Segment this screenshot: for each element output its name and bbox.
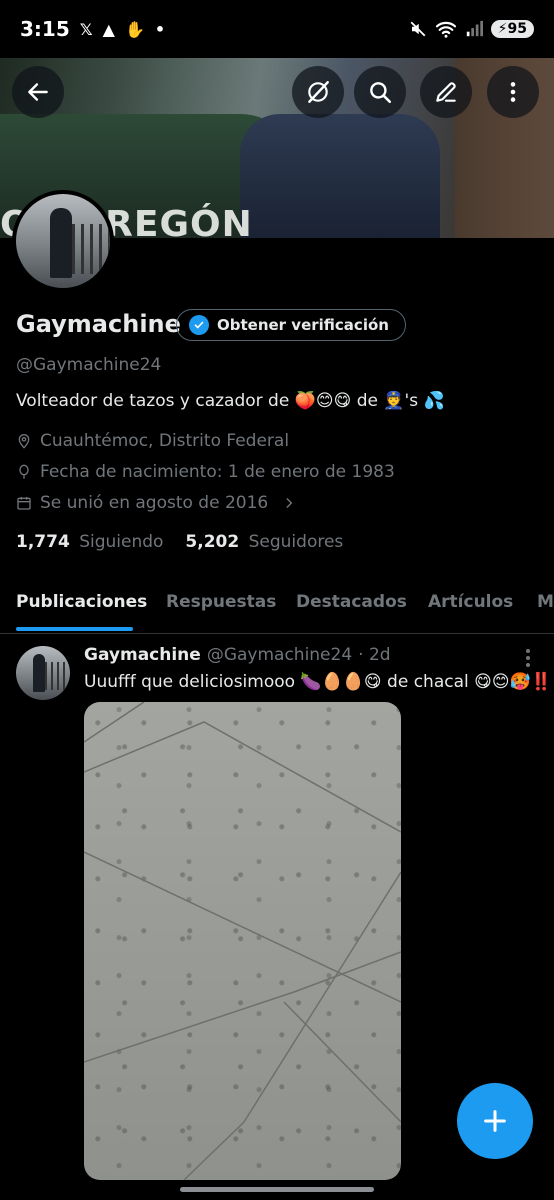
warning-icon: ▲ (102, 19, 115, 39)
pavement-tiles (84, 702, 401, 1180)
following-count: 1,774 (16, 532, 70, 552)
more-vertical-icon (510, 82, 516, 102)
wifi-icon (435, 21, 456, 38)
chevron-right-icon (286, 498, 293, 508)
active-tab-indicator (16, 627, 133, 631)
profile-location: Cuauhtémoc, Distrito Federal (16, 431, 289, 451)
post-media-video[interactable] (84, 702, 401, 1180)
tab-destacados[interactable]: Destacados (296, 592, 407, 612)
avatar-figure (50, 208, 72, 278)
post-avatar-railing (45, 662, 67, 690)
signal-icon (466, 20, 483, 37)
profile-joined-date[interactable]: Se unió en agosto de 2016 (16, 493, 296, 513)
status-left: 3:15 𝕏 ▲ ✋ • (20, 17, 165, 41)
handshake-icon: ✋ (124, 19, 145, 39)
back-button[interactable] (12, 66, 64, 118)
followers-link[interactable]: 5,202 Seguidores (185, 532, 343, 552)
post-author-name[interactable]: Gaymachine (84, 645, 201, 665)
grok-icon (308, 81, 329, 103)
post-avatar-figure (33, 654, 45, 692)
banner-officer (240, 114, 440, 238)
home-indicator[interactable] (180, 1187, 374, 1192)
edit-icon (436, 82, 456, 102)
follow-stats: 1,774 Siguiendo 5,202 Seguidores (16, 532, 343, 552)
post-avatar[interactable] (16, 646, 70, 700)
location-pin-icon (18, 434, 30, 449)
avatar-railing (72, 224, 110, 274)
x-logo-icon: 𝕏 (79, 19, 93, 39)
back-arrow-icon (28, 83, 48, 101)
profile-birthday: Fecha de nacimiento: 1 de enero de 1983 (16, 462, 395, 482)
compose-post-button[interactable] (457, 1083, 533, 1159)
status-bar: 3:15 𝕏 ▲ ✋ • ⚡95 (0, 0, 554, 58)
battery-badge: ⚡95 (490, 20, 534, 38)
profile-bio: Volteador de tazos y cazador de 🍑😊😋 de 👮… (16, 391, 445, 411)
battery-level: 95 (507, 21, 527, 37)
more-options-button[interactable] (487, 66, 539, 118)
profile-screen: 3:15 𝕏 ▲ ✋ • ⚡95 O OBREGÓN Gaymachine Ob… (0, 0, 554, 1200)
calendar-icon (17, 497, 31, 510)
following-label: Siguiendo (79, 532, 164, 552)
grok-button[interactable] (292, 66, 344, 118)
post-timestamp[interactable]: · 2d (358, 645, 390, 665)
post-text: Uuufff que deliciosimooo 🍆🥚🥚😋 de chacal … (84, 672, 552, 692)
search-icon (370, 82, 392, 104)
plus-icon (484, 1110, 506, 1132)
edit-profile-button[interactable] (420, 66, 472, 118)
birthday-text: Fecha de nacimiento: 1 de enero de 1983 (40, 462, 395, 482)
followers-label: Seguidores (248, 532, 344, 552)
location-text: Cuauhtémoc, Distrito Federal (40, 431, 290, 451)
status-time: 3:15 (20, 17, 70, 41)
balloon-icon (19, 464, 29, 479)
following-link[interactable]: 1,774 Siguiendo (16, 532, 163, 552)
post-author-handle[interactable]: @Gaymachine24 (207, 645, 352, 665)
search-button[interactable] (354, 66, 406, 118)
tab-respuestas[interactable]: Respuestas (166, 592, 276, 612)
tab-publicaciones[interactable]: Publicaciones (16, 592, 147, 612)
dot-icon: • (154, 19, 166, 39)
tab-more[interactable]: M (537, 592, 554, 612)
status-right: ⚡95 (409, 20, 534, 38)
post-more-icon[interactable] (518, 646, 538, 670)
mute-icon (410, 21, 426, 37)
get-verified-label: Obtener verificación (217, 316, 389, 334)
post-header: Gaymachine @Gaymachine24 · 2d (84, 645, 391, 665)
get-verified-button[interactable]: Obtener verificación (176, 309, 406, 341)
verified-badge-icon (189, 315, 209, 335)
followers-count: 5,202 (185, 532, 240, 552)
tab-articulos[interactable]: Artículos (428, 592, 513, 612)
profile-avatar[interactable] (12, 190, 114, 292)
profile-display-name: Gaymachine (16, 310, 181, 338)
joined-text: Se unió en agosto de 2016 (40, 493, 269, 513)
profile-handle: @Gaymachine24 (16, 355, 162, 375)
profile-tabs: Publicaciones Respuestas Destacados Artí… (0, 584, 554, 634)
